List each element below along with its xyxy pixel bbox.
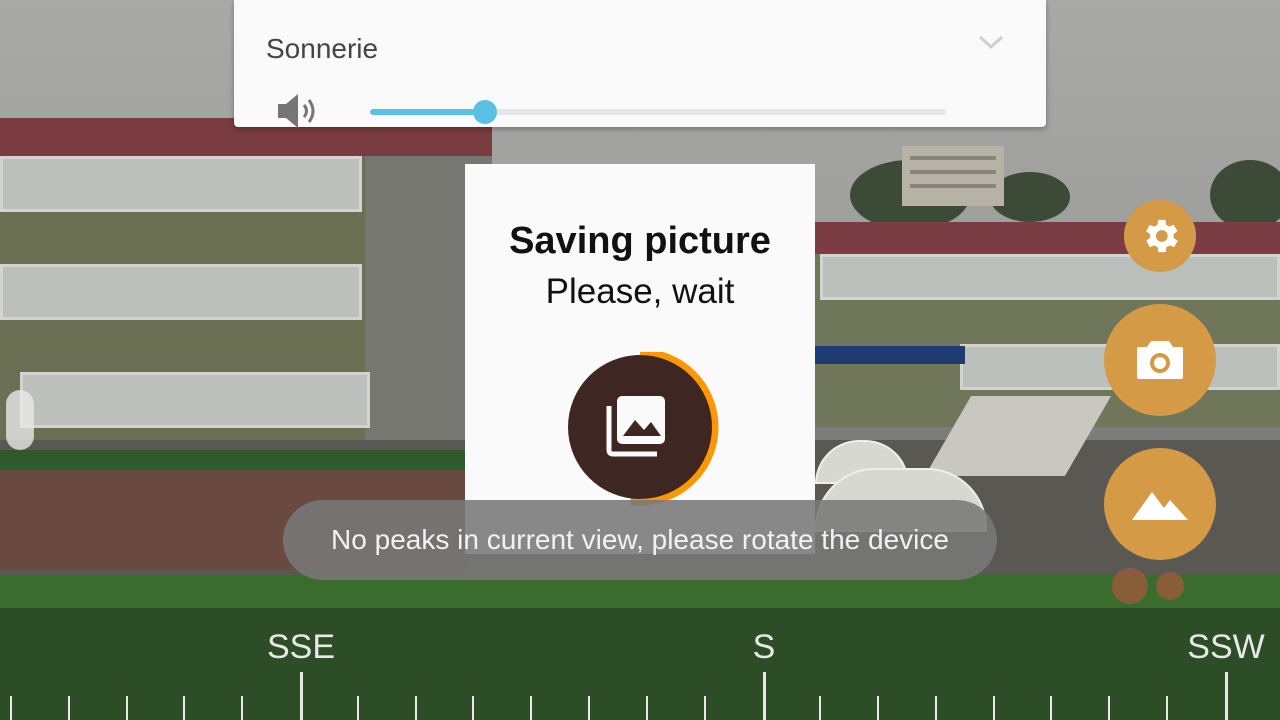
compass-tick	[356, 696, 359, 720]
window-row	[0, 264, 362, 320]
volume-slider-fill	[370, 109, 486, 115]
toast-message: No peaks in current view, please rotate …	[283, 500, 997, 580]
peaks-button[interactable]	[1104, 448, 1216, 560]
compass-tick	[10, 696, 12, 720]
compass-tick	[992, 696, 995, 720]
settings-button[interactable]	[1124, 200, 1196, 272]
indicator-dot	[1112, 568, 1148, 604]
apartment-tower	[902, 146, 1004, 206]
volume-stream-title: Sonnerie	[266, 33, 379, 64]
compass-tick	[125, 696, 128, 720]
compass-major-tick	[300, 672, 303, 720]
lamp	[6, 390, 34, 450]
saving-dialog: Saving picture Please, wait	[465, 164, 815, 554]
compass-bar: SSE S SSW	[0, 608, 1280, 720]
volume-panel: Sonnerie	[234, 0, 1046, 130]
compass-tick	[703, 696, 706, 720]
window-row	[820, 254, 1280, 300]
compass-major-tick	[763, 672, 766, 720]
compass-tick	[67, 696, 70, 720]
entrance-awning	[815, 346, 965, 364]
compass-label-s: S	[752, 628, 776, 666]
indicator-dot	[1156, 572, 1184, 600]
compass-tick	[588, 696, 590, 720]
volume-slider[interactable]	[370, 100, 946, 124]
compass-tick	[819, 696, 822, 720]
gear-icon	[1146, 219, 1178, 253]
saving-progress	[565, 352, 719, 506]
volume-slider-thumb[interactable]	[473, 100, 498, 124]
compass-tick	[934, 696, 937, 720]
compass-tick	[414, 696, 417, 720]
compass-tick	[183, 696, 186, 720]
trees	[1210, 160, 1280, 230]
compass-label-sse: SSE	[266, 628, 336, 666]
compass-tick	[1050, 696, 1053, 720]
window-row	[20, 372, 370, 428]
compass-tick	[241, 696, 244, 720]
compass-tick	[645, 696, 648, 720]
compass-tick	[1108, 696, 1111, 720]
mountain-icon	[1132, 492, 1188, 520]
dialog-subtitle: Please, wait	[545, 272, 735, 311]
compass-major-tick	[1225, 672, 1228, 720]
compass-tick	[1166, 696, 1168, 720]
compass-tick	[877, 696, 879, 720]
chevron-down-icon[interactable]	[978, 34, 1004, 50]
compass-label-ssw: SSW	[1187, 628, 1265, 666]
camera-icon	[1137, 341, 1183, 379]
roof-right	[815, 222, 1280, 254]
compass-tick	[472, 696, 475, 720]
compass-tick	[530, 696, 533, 720]
dialog-title: Saving picture	[509, 220, 771, 262]
speaker-icon[interactable]	[276, 92, 322, 130]
window-row	[0, 156, 362, 212]
camera-button[interactable]	[1104, 304, 1216, 416]
